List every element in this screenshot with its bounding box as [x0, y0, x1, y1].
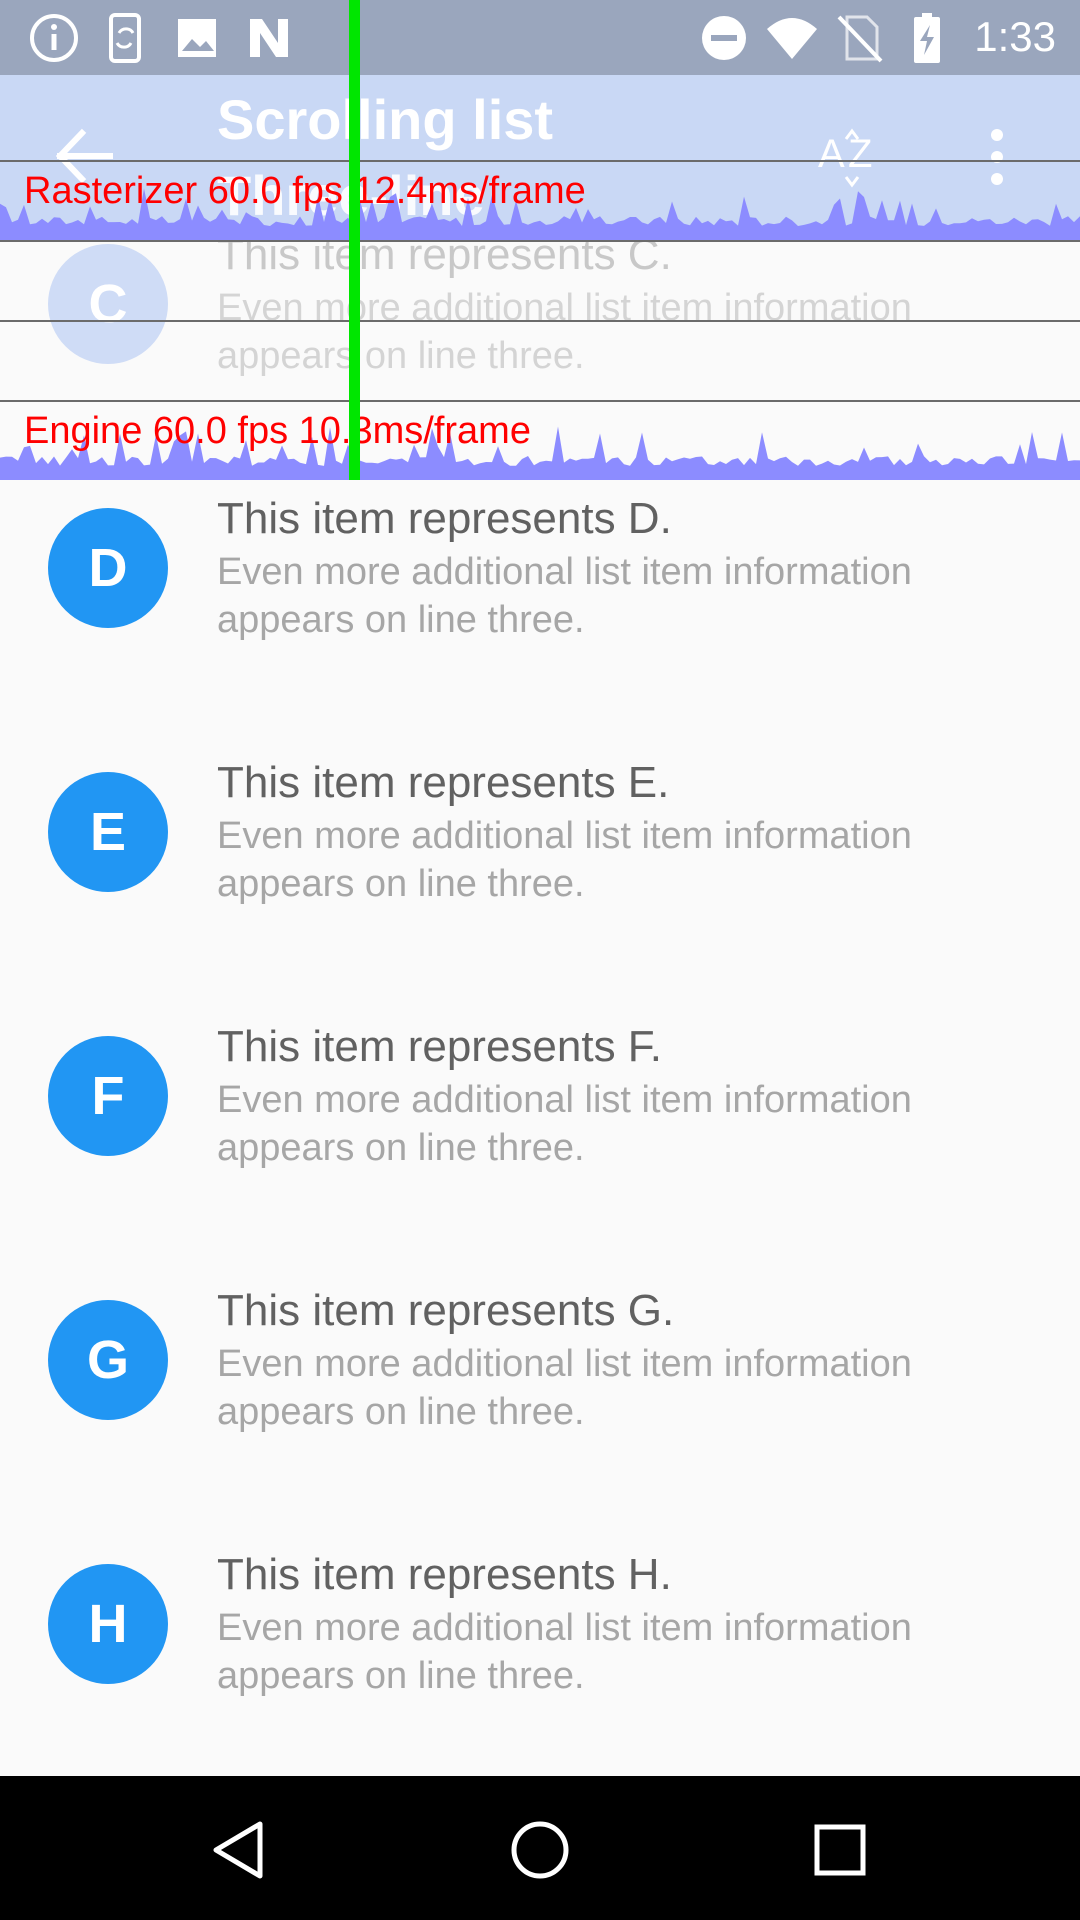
- avatar: F: [48, 1036, 168, 1156]
- list-item[interactable]: H This item represents H. Even more addi…: [0, 1550, 1080, 1814]
- n-logo-icon: [250, 19, 288, 57]
- avatar: G: [48, 1300, 168, 1420]
- engine-overlay: Engine 60.0 fps 10.3ms/frame: [0, 400, 1080, 480]
- avatar: H: [48, 1564, 168, 1684]
- item-title: This item represents G.: [217, 1286, 675, 1335]
- item-title: This item represents F.: [217, 1022, 663, 1071]
- frame-marker: [349, 0, 360, 480]
- item-body: Even more additional list item informati…: [217, 551, 912, 641]
- item-body: Even more additional list item informati…: [217, 1079, 912, 1169]
- item-body: Even more additional list item informati…: [217, 815, 912, 905]
- rasterizer-overlay: Rasterizer 60.0 fps 12.4ms/frame: [0, 160, 1080, 240]
- navigation-bar: [0, 1776, 1080, 1920]
- page-title: Scrolling list: [217, 88, 554, 151]
- avatar: E: [48, 772, 168, 892]
- item-title: This item represents E.: [217, 758, 670, 807]
- status-bar: 1:33: [0, 0, 1080, 75]
- phone-sync-icon: [109, 13, 141, 63]
- list-item[interactable]: F This item represents F. Even more addi…: [0, 1022, 1080, 1286]
- info-icon: [30, 14, 78, 62]
- avatar: C: [48, 244, 168, 364]
- rasterizer-stats: Rasterizer 60.0 fps 12.4ms/frame: [24, 170, 586, 212]
- item-title: This item represents D.: [217, 494, 672, 543]
- battery-charging-icon: [914, 13, 940, 63]
- item-body: Even more additional list item informati…: [217, 1343, 912, 1433]
- image-icon: [178, 19, 216, 57]
- wifi-icon: [767, 18, 817, 59]
- status-time: 1:33: [974, 13, 1056, 60]
- avatar: D: [48, 508, 168, 628]
- home-circle-icon[interactable]: [508, 1818, 572, 1882]
- do-not-disturb-icon: [702, 16, 746, 60]
- recents-square-icon[interactable]: [808, 1818, 872, 1882]
- list-item[interactable]: G This item represents G. Even more addi…: [0, 1286, 1080, 1550]
- list-item[interactable]: E This item represents E. Even more addi…: [0, 758, 1080, 1022]
- engine-stats: Engine 60.0 fps 10.3ms/frame: [24, 410, 531, 452]
- item-body: Even more additional list item informati…: [217, 1607, 912, 1697]
- item-title: This item represents H.: [217, 1550, 672, 1599]
- no-sim-icon: [837, 15, 883, 63]
- list-item[interactable]: D This item represents D. Even more addi…: [0, 494, 1080, 758]
- overlay-gridline: [0, 320, 1080, 322]
- back-triangle-icon[interactable]: [208, 1818, 272, 1882]
- item-body: Even more additional list item informati…: [217, 287, 912, 377]
- overlay-gridline: [0, 240, 1080, 242]
